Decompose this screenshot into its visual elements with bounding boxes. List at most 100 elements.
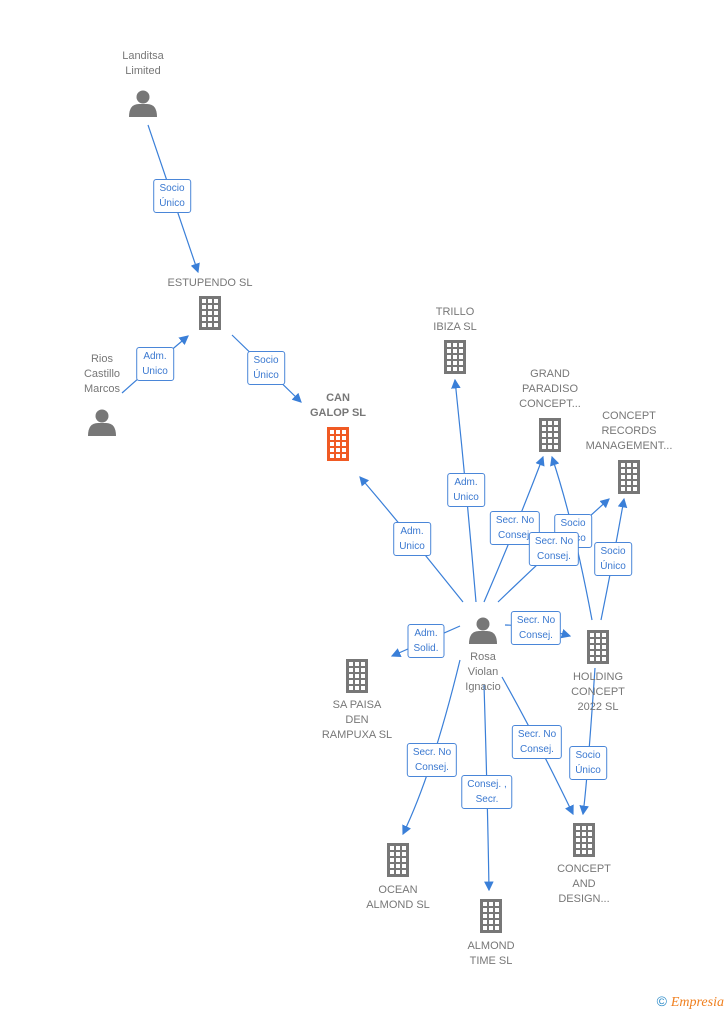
relation-label-line: Socio bbox=[575, 750, 601, 761]
node-label-line: 2022 SL bbox=[577, 701, 619, 713]
person-icon[interactable] bbox=[129, 90, 157, 118]
node-label-holding[interactable]: HOLDING CONCEPT 2022 SL bbox=[571, 670, 625, 715]
node-label-line: Violan bbox=[467, 666, 499, 678]
node-label-line: SA PAISA bbox=[332, 699, 382, 711]
building-icon[interactable] bbox=[444, 340, 466, 374]
node-label-line: RAMPUXA SL bbox=[321, 729, 393, 741]
relation-label-line: Adm. bbox=[400, 526, 424, 537]
building-icon[interactable] bbox=[199, 296, 221, 330]
node-label-line: ESTUPENDO SL bbox=[167, 277, 253, 289]
relation-label-line: Secr. No bbox=[534, 536, 574, 547]
node-label-rios[interactable]: Rios Castillo Marcos bbox=[84, 352, 120, 397]
node-label-line: CAN bbox=[326, 392, 350, 404]
node-label-line: IBIZA SL bbox=[433, 321, 477, 333]
relation-label-line: Unico bbox=[399, 541, 425, 552]
relation-label-line: Único bbox=[159, 198, 185, 209]
relation-label[interactable]: Secr. No Consej. bbox=[511, 725, 563, 759]
node-label-ocean[interactable]: OCEAN ALMOND SL bbox=[366, 883, 430, 913]
relation-label[interactable]: Secr. No Consej. bbox=[528, 532, 580, 566]
relation-label[interactable]: Socio Único bbox=[569, 746, 607, 780]
node-label-line: AND bbox=[572, 878, 596, 890]
node-label-estupendo[interactable]: ESTUPENDO SL bbox=[168, 276, 253, 291]
node-label-line: Marcos bbox=[83, 383, 121, 395]
node-label-sapaisa[interactable]: SA PAISA DEN RAMPUXA SL bbox=[322, 698, 392, 743]
node-label-line: GALOP SL bbox=[309, 407, 367, 419]
relation-label[interactable]: Adm. Solid. bbox=[407, 624, 445, 658]
building-icon[interactable] bbox=[618, 460, 640, 494]
node-label-records[interactable]: CONCEPT RECORDS MANAGEMENT... bbox=[586, 409, 673, 454]
relation-label-line: Secr. No bbox=[516, 615, 556, 626]
relation-label-line: Socio bbox=[560, 518, 586, 529]
node-label-line: PARADISO bbox=[521, 383, 579, 395]
relation-label-line: Adm. bbox=[143, 351, 167, 362]
building-icon[interactable] bbox=[573, 823, 595, 857]
relation-label[interactable]: Adm. Unico bbox=[393, 522, 431, 556]
relation-label[interactable]: Secr. No Consej. bbox=[510, 611, 562, 645]
node-label-line: ALMOND SL bbox=[366, 899, 430, 911]
building-icon[interactable] bbox=[539, 418, 561, 452]
relation-label-line: Secr. No bbox=[412, 747, 452, 758]
building-icon[interactable] bbox=[387, 843, 409, 877]
node-label-almondtime[interactable]: ALMOND TIME SL bbox=[467, 939, 514, 969]
building-icon[interactable] bbox=[480, 899, 502, 933]
copyright-icon: © bbox=[656, 993, 667, 1009]
node-label-landitsa[interactable]: Landitsa Limited bbox=[122, 49, 164, 79]
relation-label[interactable]: Consej. , Secr. bbox=[461, 775, 513, 809]
empresia-logo: © Empresia bbox=[657, 993, 724, 1011]
relation-label-line: Consej. bbox=[520, 744, 554, 755]
relation-label-line: Secr. No bbox=[495, 515, 535, 526]
relation-label-line: Consej. bbox=[537, 551, 571, 562]
node-label-line: TIME SL bbox=[469, 955, 513, 967]
relation-label-line: Adm. bbox=[414, 628, 438, 639]
node-label-line: Limited bbox=[125, 65, 161, 77]
relation-label-line: Consej. bbox=[415, 762, 449, 773]
relation-label[interactable]: Socio Único bbox=[247, 351, 285, 385]
node-label-rosa[interactable]: Rosa Violan Ignacio bbox=[465, 650, 500, 695]
node-label-line: CONCEPT bbox=[557, 863, 611, 875]
node-label-line: OCEAN bbox=[378, 884, 418, 896]
relation-label-line: Adm. bbox=[454, 477, 478, 488]
node-label-grand[interactable]: GRAND PARADISO CONCEPT... bbox=[519, 367, 581, 412]
person-icon[interactable] bbox=[88, 409, 116, 437]
person-icon[interactable] bbox=[469, 617, 497, 645]
relation-label-line: Secr. bbox=[475, 794, 499, 805]
brand-name: Empresia bbox=[670, 995, 724, 1010]
node-label-line: Rosa bbox=[470, 651, 496, 663]
node-label-design[interactable]: CONCEPT AND DESIGN... bbox=[557, 862, 611, 907]
node-label-line: CONCEPT bbox=[602, 410, 656, 422]
relation-label-line: Unico bbox=[453, 492, 479, 503]
relation-label-line: Consej. bbox=[519, 630, 553, 641]
relation-label-line: Único bbox=[600, 561, 626, 572]
node-label-line: CONCEPT bbox=[571, 686, 625, 698]
relation-label-line: Solid. bbox=[413, 643, 439, 654]
node-label-line: TRILLO bbox=[435, 306, 475, 318]
relation-label[interactable]: Secr. No Consej. bbox=[406, 743, 458, 777]
relation-label-line: Socio bbox=[600, 546, 626, 557]
node-label-line: Rios bbox=[90, 353, 114, 365]
relation-label-line: Unico bbox=[142, 366, 168, 377]
relation-label[interactable]: Adm. Unico bbox=[447, 473, 485, 507]
relation-label-line: Socio bbox=[159, 183, 185, 194]
node-label-line: GRAND bbox=[530, 368, 570, 380]
building-icon[interactable] bbox=[327, 427, 349, 461]
relation-label-line: Secr. No bbox=[517, 729, 557, 740]
node-label-line: Landitsa bbox=[122, 50, 164, 62]
node-label-can_galop[interactable]: CAN GALOP SL bbox=[310, 391, 366, 421]
node-label-line: Ignacio bbox=[465, 681, 501, 693]
relation-label-line: Consej. , bbox=[467, 779, 507, 790]
relation-label-line: Único bbox=[575, 765, 601, 776]
node-label-line: CONCEPT... bbox=[519, 398, 581, 410]
node-label-line: HOLDING bbox=[572, 671, 624, 683]
network-diagram: Socio Único Adm. Unico Socio Único Adm. Unico Ad… bbox=[0, 0, 728, 1015]
relation-label-line: Socio bbox=[253, 355, 279, 366]
building-icon[interactable] bbox=[587, 630, 609, 664]
relation-label[interactable]: Socio Único bbox=[153, 179, 191, 213]
relation-label[interactable]: Adm. Unico bbox=[136, 347, 174, 381]
building-icon[interactable] bbox=[346, 659, 368, 693]
node-label-trillo[interactable]: TRILLO IBIZA SL bbox=[433, 305, 476, 335]
node-label-line: DESIGN... bbox=[558, 893, 610, 905]
node-label-line: RECORDS bbox=[601, 425, 657, 437]
node-label-line: Castillo bbox=[83, 368, 121, 380]
relation-label-line: Único bbox=[253, 370, 279, 381]
relation-label[interactable]: Socio Único bbox=[594, 542, 632, 576]
